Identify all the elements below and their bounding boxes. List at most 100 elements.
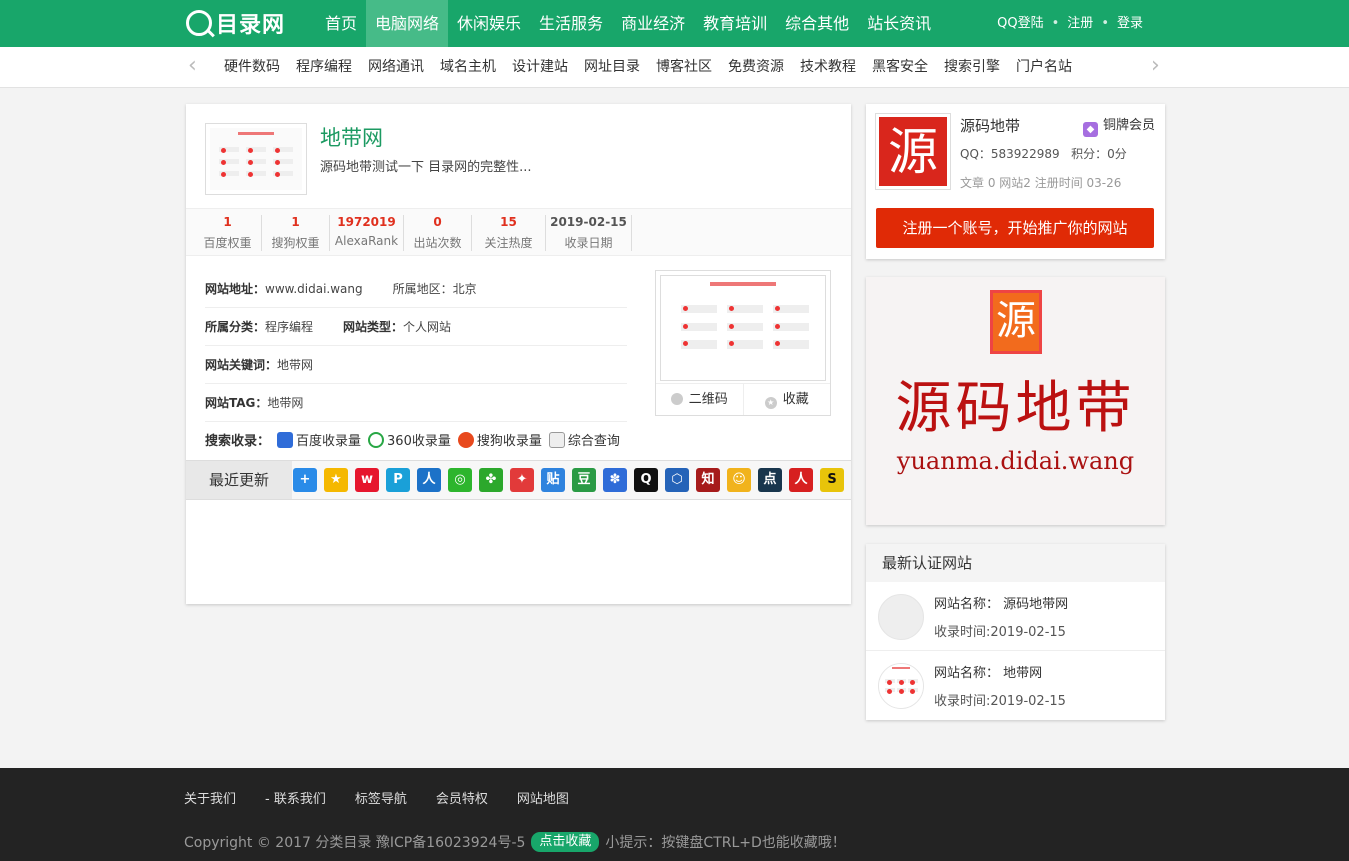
subnav-item[interactable]: 搜索引擎 [936, 47, 1008, 88]
share-weibo-icon[interactable]: w [355, 468, 379, 492]
share-s-icon[interactable]: S [820, 468, 844, 492]
share-hexagon-icon[interactable]: ⬡ [665, 468, 689, 492]
recent-updates-bar: 最近更新 + ★ w P 人 ◎ ✤ ✦ 贴 豆 ✽ Q ⬡ 知 ☺ 点 人 S [186, 460, 851, 500]
site-thumbnail[interactable] [205, 123, 307, 195]
stat-popularity: 15 关注热度 [472, 215, 546, 251]
copyright-line: Copyright © 2017 分类目录 豫ICP备16023924号-5 点… [184, 832, 846, 852]
avatar[interactable]: 源 [875, 113, 951, 190]
footer-contact-link[interactable]: - 联系我们 [265, 788, 326, 807]
stat-sogou-weight: 1 搜狗权重 [262, 215, 330, 251]
nav-leisure[interactable]: 休闲娱乐 [448, 0, 530, 47]
info-row: 网站TAG： 地带网 [205, 384, 627, 422]
baidu-index-link[interactable]: 百度收录量 [296, 430, 361, 449]
star-icon: ★ [764, 397, 777, 409]
site-logo[interactable]: 目录网 [186, 8, 285, 38]
subnav-item[interactable]: 网络通讯 [360, 47, 432, 88]
share-clover-icon[interactable]: ✤ [479, 468, 503, 492]
info-row: 所属分类： 程序编程 网站类型： 个人网站 [205, 308, 627, 346]
share-baidu-icon[interactable]: ✽ [603, 468, 627, 492]
preview-actions: 二维码 ★ 收藏 [656, 383, 830, 415]
share-people-icon[interactable]: 人 [789, 468, 813, 492]
member-badge: ◆ 铜牌会员 [1082, 114, 1155, 137]
footer: 关于我们 - 联系我们 标签导航 会员特权 网站地图 Copyright © 2… [0, 768, 1349, 861]
site-url-link[interactable]: www.didai.wang [265, 270, 363, 307]
promo-banner[interactable]: 源 源码地带 yuanma.didai.wang [866, 277, 1165, 525]
top-bar: 目录网 首页 电脑网络 休闲娱乐 生活服务 商业经济 教育培训 综合其他 站长资… [0, 0, 1349, 47]
360-index-link[interactable]: 360收录量 [387, 430, 451, 449]
share-wechat-icon[interactable]: ◎ [448, 468, 472, 492]
footer-vip-link[interactable]: 会员特权 [436, 788, 488, 807]
nav-home[interactable]: 首页 [316, 0, 366, 47]
register-link[interactable]: 注册 [1067, 0, 1093, 47]
site-title[interactable]: 地带网 [320, 122, 383, 152]
site-stats: 1 百度权重 1 搜狗权重 1972019 AlexaRank 0 出站次数 15 关注热… [186, 208, 851, 256]
subnav-item[interactable]: 设计建站 [504, 47, 576, 88]
list-item[interactable]: 网站名称： 源码地带网 收录时间:2019-02-15 [866, 582, 1165, 651]
subnav-item[interactable]: 域名主机 [432, 47, 504, 88]
bookmark-button[interactable]: 点击收藏 [531, 832, 600, 852]
separator-dot: • [1051, 16, 1060, 31]
subnav-item[interactable]: 黑客安全 [864, 47, 936, 88]
subnav-item[interactable]: 免费资源 [720, 47, 792, 88]
recent-updates-label: 最近更新 [186, 461, 292, 499]
member-contact: QQ：583922989 积分：0分 [960, 147, 1127, 161]
subnav-item[interactable]: 硬件数码 [216, 47, 288, 88]
footer-sitemap-link[interactable]: 网站地图 [517, 788, 569, 807]
subnav-item[interactable]: 技术教程 [792, 47, 864, 88]
separator-dot: • [1101, 16, 1109, 31]
subnav-item[interactable]: 门户名站 [1008, 47, 1080, 88]
preview-screenshot[interactable] [660, 275, 826, 381]
footer-about-link[interactable]: 关于我们 [184, 788, 236, 807]
share-qzone-icon[interactable]: ★ [324, 468, 348, 492]
share-douban-icon[interactable]: 豆 [572, 468, 596, 492]
main-nav: 首页 电脑网络 休闲娱乐 生活服务 商业经济 教育培训 综合其他 站长资讯 [316, 0, 940, 47]
nav-computer-network[interactable]: 电脑网络 [366, 0, 449, 47]
share-face-icon[interactable]: ☺ [727, 468, 751, 492]
share-dianping-icon[interactable]: 点 [758, 468, 782, 492]
category-subnav: ‹ 硬件数码 程序编程 网络通讯 域名主机 设计建站 网址目录 博客社区 免费资… [0, 47, 1349, 88]
login-link[interactable]: 登录 [1117, 0, 1143, 47]
share-qq-icon[interactable]: Q [634, 468, 658, 492]
footer-tags-link[interactable]: 标签导航 [355, 788, 407, 807]
nav-life-service[interactable]: 生活服务 [530, 0, 612, 47]
share-zhihu-icon[interactable]: 知 [696, 468, 720, 492]
qrcode-button[interactable]: 二维码 [656, 384, 744, 415]
category-link[interactable]: 程序编程 [265, 308, 313, 345]
share-tieba-icon[interactable]: 贴 [541, 468, 565, 492]
qq-login-link[interactable]: QQ登陆 [997, 0, 1043, 47]
tag-link[interactable]: 地带网 [267, 384, 303, 421]
site-detail-card: 地带网 源码地带测试一下 目录网的完整性... 1 百度权重 1 搜狗权重 1972… [186, 104, 851, 604]
subnav-items: 硬件数码 程序编程 网络通讯 域名主机 设计建站 网址目录 博客社区 免费资源 … [216, 47, 1080, 88]
info-row: 网站关键词： 地带网 [205, 346, 627, 384]
chevron-right-icon[interactable]: › [1151, 54, 1160, 78]
magnifier-icon [548, 431, 565, 448]
sogou-icon [457, 431, 474, 448]
share-renren-icon[interactable]: 人 [417, 468, 441, 492]
search-index: 搜索收录： 百度收录量 360收录量 搜狗收录量 综合查询 [205, 430, 620, 449]
stat-baidu-weight: 1 百度权重 [194, 215, 262, 251]
overall-query-link[interactable]: 综合查询 [568, 430, 620, 449]
nav-business[interactable]: 商业经济 [612, 0, 694, 47]
banner-title: 源码地带 [895, 376, 1136, 441]
copyright-text: Copyright © 2017 分类目录 豫ICP备16023924号-5 [184, 835, 526, 851]
360-icon [368, 431, 385, 448]
site-info: 网站地址： www.didai.wang 所属地区： 北京 所属分类： 程序编程 网站… [205, 270, 627, 422]
share-star-icon[interactable]: ✦ [510, 468, 534, 492]
share-tencent-icon[interactable]: P [386, 468, 410, 492]
subnav-item[interactable]: 博客社区 [648, 47, 720, 88]
thumbnail-image [210, 128, 302, 190]
favorite-button[interactable]: ★ 收藏 [744, 384, 831, 415]
share-plus-icon[interactable]: + [293, 468, 317, 492]
subnav-item[interactable]: 程序编程 [288, 47, 360, 88]
subnav-item[interactable]: 网址目录 [576, 47, 648, 88]
nav-other[interactable]: 综合其他 [776, 0, 858, 47]
site-description: 源码地带测试一下 目录网的完整性... [320, 160, 532, 175]
list-item[interactable]: 网站名称： 地带网 收录时间:2019-02-15 [866, 651, 1165, 720]
member-name[interactable]: 源码地带 [960, 115, 1020, 136]
register-promote-button[interactable]: 注册一个账号，开始推广你的网站 [876, 208, 1154, 248]
sogou-index-link[interactable]: 搜狗收录量 [477, 430, 542, 449]
chevron-left-icon[interactable]: ‹ [188, 54, 197, 78]
nav-education[interactable]: 教育培训 [694, 0, 776, 47]
nav-webmaster-news[interactable]: 站长资讯 [858, 0, 940, 47]
logo-text: 目录网 [216, 13, 286, 38]
